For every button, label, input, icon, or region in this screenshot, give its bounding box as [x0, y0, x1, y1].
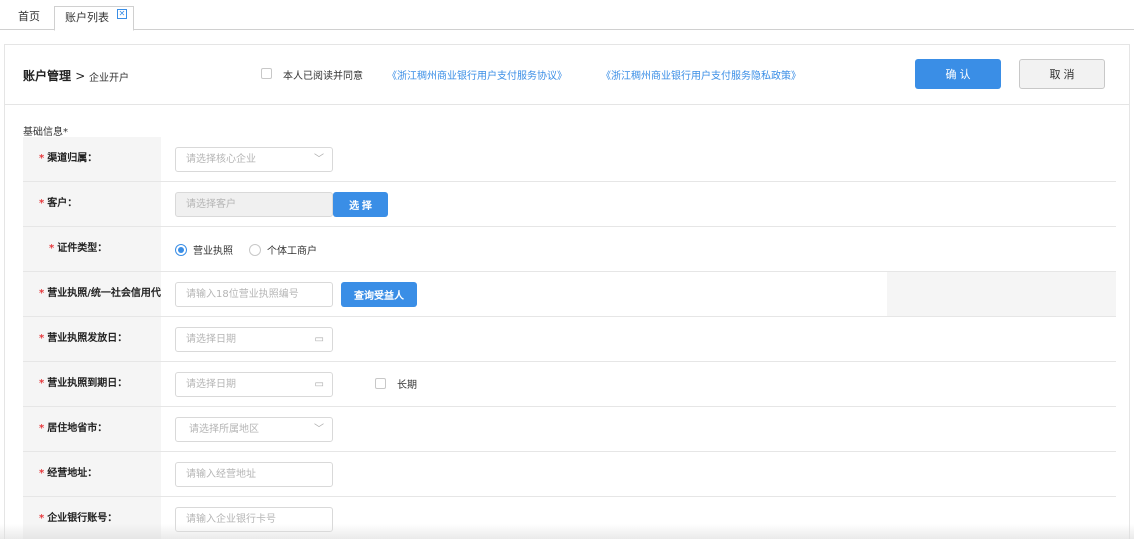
required-mark: * [39, 513, 45, 524]
agreement-text: 本人已阅读并同意 [283, 71, 363, 82]
license-number-placeholder: 请输入18位营业执照编号 [186, 289, 299, 300]
section-title: 基础信息* [23, 127, 68, 138]
service-agreement-link[interactable]: 《浙江稠州商业银行用户支付服务协议》 [387, 67, 567, 82]
form-row-channel: * 渠道归属： 请选择核心企业 ﹀ [23, 137, 1116, 182]
tab-bar: 首页 账户列表 ✕ [0, 0, 1134, 31]
form-row-expire-date: * 营业执照到期日： 请选择日期 ▭ 长期 [23, 362, 1116, 407]
issue-date-picker[interactable]: 请选择日期 ▭ [175, 327, 333, 352]
form-row-address: * 经营地址： 请输入经营地址 [23, 452, 1116, 497]
required-mark: * [39, 378, 45, 389]
row-shade [887, 272, 1116, 316]
breadcrumb-root: 账户管理 [23, 69, 72, 83]
required-mark: * [39, 333, 45, 344]
breadcrumb-separator: > [75, 69, 86, 83]
page-header: 账户管理 > 企业开户 本人已阅读并同意 《浙江稠州商业银行用户支付服务协议》 … [4, 44, 1130, 104]
long-term-label: 长期 [397, 380, 417, 391]
form-label: *营业执照/统一社会信用代码： [23, 272, 161, 316]
form-label: * 营业执照发放日： [23, 317, 161, 361]
radio-individual-business-label: 个体工商户 [267, 246, 317, 257]
form-label: * 渠道归属： [23, 137, 161, 181]
account-form: 基础信息* * 渠道归属： 请选择核心企业 ﹀ * 客户： 请选择客户 选 择 * 证… [4, 104, 1130, 539]
tab-home[interactable]: 首页 [8, 6, 50, 30]
region-select[interactable]: 请选择所属地区 ﹀ [175, 417, 333, 442]
select-customer-button[interactable]: 选 择 [333, 192, 388, 217]
form-row-cert-type: * 证件类型： 营业执照 个体工商户 [23, 227, 1116, 272]
issue-date-placeholder: 请选择日期 [186, 334, 236, 345]
chevron-down-icon: ﹀ [314, 154, 324, 165]
radio-business-license-label: 营业执照 [193, 246, 233, 257]
channel-select-placeholder: 请选择核心企业 [186, 154, 256, 165]
form-label-text: 企业银行账号： [47, 513, 118, 524]
breadcrumb: 账户管理 > [23, 67, 85, 84]
form-label-text: 营业执照到期日： [47, 378, 128, 389]
calendar-icon: ▭ [314, 379, 324, 390]
form-label-text: 证件类型： [57, 243, 108, 254]
agreement-checkbox[interactable] [261, 68, 272, 79]
form-label-text: 渠道归属： [47, 153, 98, 164]
tab-account-list[interactable]: 账户列表 ✕ [54, 6, 134, 31]
breadcrumb-current: 企业开户 [89, 73, 129, 84]
form-label-text: 营业执照发放日： [47, 333, 128, 344]
expire-date-picker[interactable]: 请选择日期 ▭ [175, 372, 333, 397]
bottom-fade [0, 524, 1134, 539]
customer-input-placeholder: 请选择客户 [186, 199, 236, 210]
query-beneficiary-button[interactable]: 查询受益人 [341, 282, 417, 307]
form-label: * 营业执照到期日： [23, 362, 161, 406]
license-number-input[interactable]: 请输入18位营业执照编号 [175, 282, 333, 307]
required-mark: * [39, 468, 45, 479]
required-mark: * [39, 423, 45, 434]
radio-business-license[interactable] [175, 244, 187, 256]
form-label-text: 营业执照/统一社会信用代码： [47, 288, 161, 299]
required-mark: * [39, 288, 45, 299]
channel-select[interactable]: 请选择核心企业 ﹀ [175, 147, 333, 172]
address-placeholder: 请输入经营地址 [186, 469, 256, 480]
customer-input[interactable]: 请选择客户 [175, 192, 333, 217]
tab-account-list-label: 账户列表 [65, 11, 109, 24]
expire-date-placeholder: 请选择日期 [186, 379, 236, 390]
form-row-customer: * 客户： 请选择客户 选 择 [23, 182, 1116, 227]
privacy-policy-link[interactable]: 《浙江稠州商业银行用户支付服务隐私政策》 [601, 67, 801, 82]
address-input[interactable]: 请输入经营地址 [175, 462, 333, 487]
required-mark: * [39, 153, 45, 164]
form-label-text: 居住地省市： [47, 423, 108, 434]
long-term-checkbox[interactable] [375, 378, 386, 389]
form-label: * 证件类型： [23, 227, 161, 271]
radio-individual-business[interactable] [249, 244, 261, 256]
cancel-button[interactable]: 取 消 [1019, 59, 1105, 89]
form-label-text: 客户： [47, 198, 78, 209]
chevron-down-icon: ﹀ [314, 424, 324, 435]
form-label: * 客户： [23, 182, 161, 226]
calendar-icon: ▭ [314, 334, 324, 345]
required-mark: * [39, 198, 45, 209]
form-label: * 居住地省市： [23, 407, 161, 451]
form-label-text: 经营地址： [47, 468, 98, 479]
form-row-issue-date: * 营业执照发放日： 请选择日期 ▭ [23, 317, 1116, 362]
form-label: * 经营地址： [23, 452, 161, 496]
required-mark: * [49, 243, 55, 254]
confirm-button[interactable]: 确 认 [915, 59, 1001, 89]
form-row-license-no: *营业执照/统一社会信用代码： 请输入18位营业执照编号 查询受益人 [23, 272, 1116, 317]
close-icon[interactable]: ✕ [117, 9, 127, 19]
region-select-placeholder: 请选择所属地区 [189, 424, 259, 435]
form-row-region: * 居住地省市： 请选择所属地区 ﹀ [23, 407, 1116, 452]
